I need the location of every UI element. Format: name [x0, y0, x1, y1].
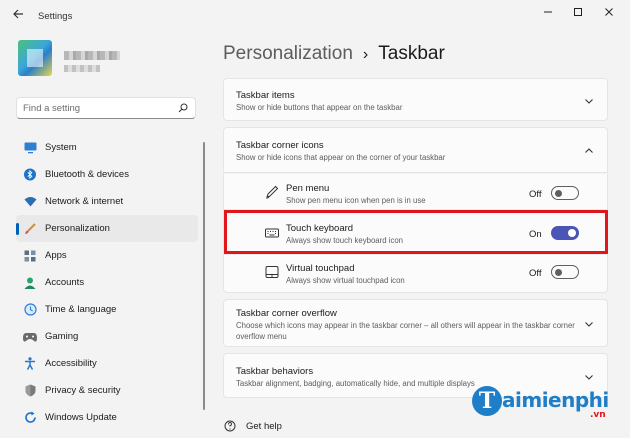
pen-menu-toggle-label: Off — [529, 189, 542, 200]
bluetooth-icon — [23, 168, 37, 182]
sidebar-item-windows-update[interactable]: Windows Update — [16, 404, 198, 431]
sidebar-item-label: Bluetooth & devices — [45, 169, 129, 180]
app-title: Settings — [38, 11, 73, 22]
avatar[interactable] — [18, 40, 52, 76]
sidebar-item-bluetooth[interactable]: Bluetooth & devices — [16, 161, 198, 188]
chevron-down-icon — [585, 375, 593, 380]
apps-icon — [23, 249, 37, 263]
title-bar: Settings — [0, 0, 630, 30]
card-description: Show or hide icons that appear on the co… — [236, 153, 446, 162]
accessibility-icon — [23, 357, 37, 371]
chevron-down-icon — [585, 322, 593, 327]
globe-clock-icon — [23, 303, 37, 317]
close-button[interactable] — [599, 6, 619, 22]
help-icon[interactable] — [224, 420, 236, 432]
person-icon — [23, 276, 37, 290]
virtual-touchpad-toggle[interactable] — [551, 265, 579, 279]
search-box[interactable] — [16, 97, 196, 119]
sidebar-item-label: System — [45, 142, 77, 153]
maximize-icon — [574, 8, 582, 16]
sidebar-item-accessibility[interactable]: Accessibility — [16, 350, 198, 377]
monitor-icon — [23, 141, 37, 155]
gamepad-icon — [23, 330, 37, 344]
watermark-brand: aimienphi — [502, 388, 609, 412]
sidebar-item-gaming[interactable]: Gaming — [16, 323, 198, 350]
touchpad-icon — [265, 266, 279, 278]
breadcrumb-separator: › — [362, 46, 369, 63]
pen-menu-title: Pen menu — [286, 183, 330, 194]
sidebar-item-label: Accounts — [45, 277, 85, 288]
sidebar-item-label: Accessibility — [45, 358, 97, 369]
corner-overflow-card[interactable]: Taskbar corner overflow Choose which ico… — [223, 299, 608, 347]
minimize-icon — [544, 11, 552, 13]
sidebar-item-system[interactable]: System — [16, 134, 198, 161]
sidebar-item-label: Windows Update — [45, 412, 117, 423]
card-title: Taskbar corner icons — [236, 140, 324, 151]
corner-icons-card[interactable]: Taskbar corner icons Show or hide icons … — [223, 127, 608, 173]
card-description: Show or hide buttons that appear on the … — [236, 103, 403, 112]
sidebar-item-label: Gaming — [45, 331, 79, 342]
pen-menu-toggle[interactable] — [551, 186, 579, 200]
user-email-blurred — [64, 65, 100, 72]
card-description: Choose which icons may appear in the tas… — [236, 321, 575, 341]
virtual-touchpad-toggle-label: Off — [529, 268, 542, 279]
card-title: Taskbar behaviors — [236, 366, 314, 377]
card-title: Taskbar corner overflow — [236, 308, 337, 319]
sidebar-scrollbar[interactable] — [203, 142, 205, 410]
sidebar-item-privacy-security[interactable]: Privacy & security — [16, 377, 198, 404]
wifi-icon — [23, 195, 37, 209]
chevron-down-icon — [585, 99, 593, 104]
sidebar-item-personalization[interactable]: Personalization — [16, 215, 198, 242]
arrow-left-icon — [13, 9, 23, 19]
maximize-button[interactable] — [568, 6, 588, 22]
highlight-frame — [224, 210, 608, 254]
shield-icon — [23, 384, 37, 398]
taskbar-items-card[interactable]: Taskbar items Show or hide buttons that … — [223, 78, 608, 121]
watermark-tld: .vn — [590, 410, 606, 420]
pen-menu-row: Pen menu Show pen menu icon when pen is … — [223, 174, 608, 210]
user-name-blurred — [64, 51, 120, 60]
page-title: Taskbar — [378, 43, 445, 64]
card-title: Taskbar items — [236, 90, 295, 101]
close-icon — [605, 8, 613, 16]
sidebar-item-label: Apps — [45, 250, 67, 261]
get-help-link[interactable]: Get help — [246, 421, 282, 432]
search-icon[interactable] — [178, 103, 188, 113]
brush-icon — [23, 222, 37, 236]
breadcrumb-parent[interactable]: Personalization — [223, 43, 353, 64]
virtual-touchpad-description: Always show virtual touchpad icon — [286, 276, 405, 285]
pen-menu-description: Show pen menu icon when pen is in use — [286, 196, 426, 205]
sidebar-item-label: Network & internet — [45, 196, 124, 207]
sidebar-item-label: Personalization — [45, 223, 110, 234]
chevron-up-icon — [585, 148, 593, 153]
back-button[interactable] — [10, 8, 26, 24]
sidebar-item-time-language[interactable]: Time & language — [16, 296, 198, 323]
pen-icon — [266, 185, 279, 199]
sidebar-item-label: Privacy & security — [45, 385, 121, 396]
search-input[interactable] — [23, 101, 173, 115]
sidebar-nav: System Bluetooth & devices Network & int… — [16, 134, 198, 431]
minimize-button[interactable] — [538, 6, 558, 22]
breadcrumb: Personalization › Taskbar — [223, 43, 445, 65]
sidebar-item-apps[interactable]: Apps — [16, 242, 198, 269]
sidebar-item-label: Time & language — [45, 304, 117, 315]
update-icon — [23, 411, 37, 425]
sidebar-item-accounts[interactable]: Accounts — [16, 269, 198, 296]
watermark-initial: T — [472, 386, 502, 416]
virtual-touchpad-title: Virtual touchpad — [286, 263, 355, 274]
watermark-logo: T aimienphi .vn — [472, 384, 622, 424]
sidebar-item-network[interactable]: Network & internet — [16, 188, 198, 215]
virtual-touchpad-row: Virtual touchpad Always show virtual tou… — [223, 255, 608, 293]
